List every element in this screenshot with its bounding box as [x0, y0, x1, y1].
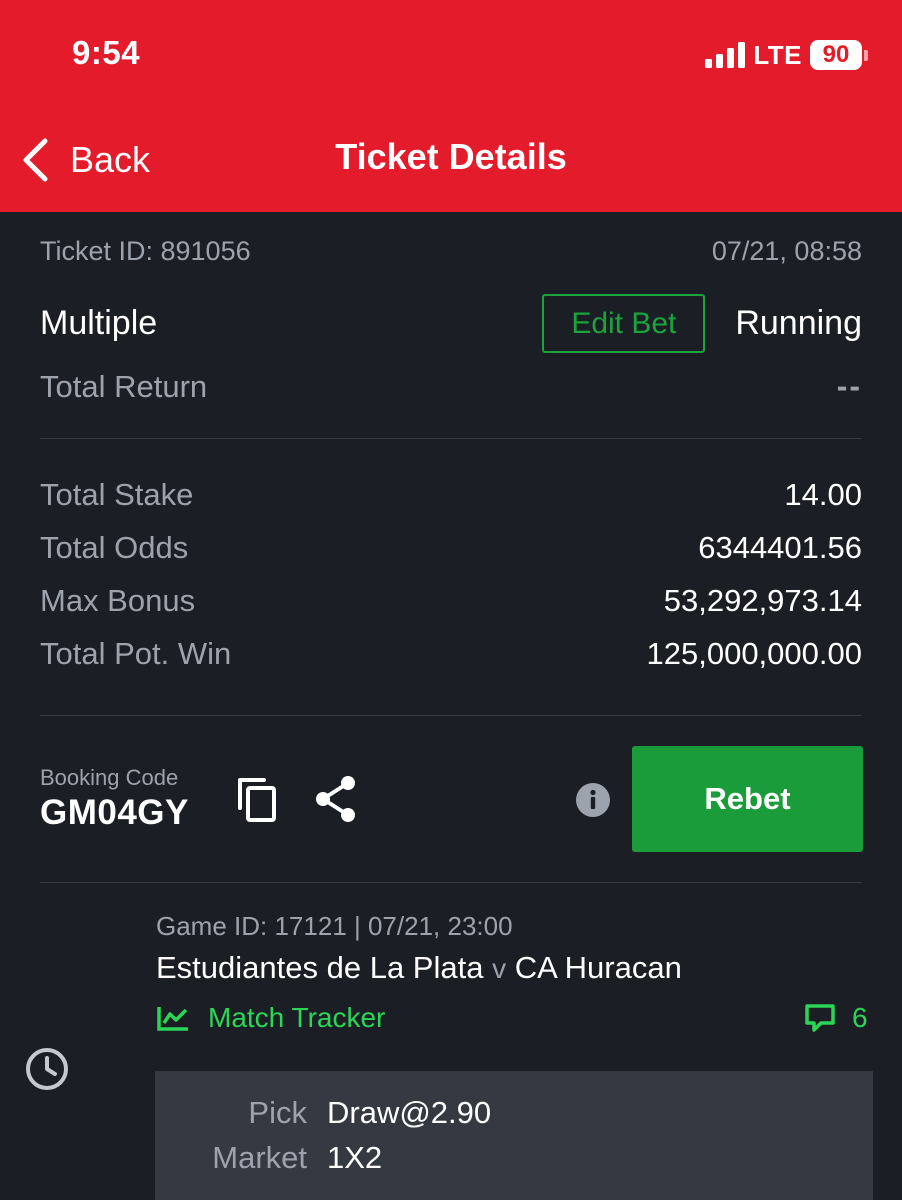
away-team: CA Huracan [514, 950, 682, 985]
clock-icon [26, 1048, 68, 1090]
summary-value: 6344401.56 [698, 529, 862, 565]
rebet-button[interactable]: Rebet [632, 746, 863, 852]
edit-bet-button[interactable]: Edit Bet [542, 293, 706, 353]
total-return-value: -- [836, 368, 862, 404]
copy-icon[interactable] [236, 776, 280, 824]
divider [40, 438, 862, 439]
chart-icon [157, 1007, 188, 1031]
network-type: LTE [753, 39, 802, 70]
status-time: 9:54 [72, 34, 141, 71]
total-return-row: Total Return -- [40, 368, 862, 405]
comment-icon [805, 1004, 835, 1032]
booking-code-label: Booking Code [40, 765, 179, 790]
summary-row: Total Pot. Win 125,000,000.00 [40, 627, 862, 680]
summary-value: 53,292,973.14 [663, 582, 862, 618]
summary-label: Total Stake [40, 476, 194, 512]
comments-link[interactable]: 6 [804, 1002, 868, 1034]
ticket-id: Ticket ID: 891056 [40, 236, 251, 266]
ticket-type-row: Multiple Edit Bet Running [40, 293, 862, 353]
detail-label: Market [212, 1140, 307, 1175]
divider [40, 882, 862, 883]
ticket-meta: Ticket ID: 891056 07/21, 08:58 [40, 236, 862, 267]
bet-type: Multiple [40, 303, 158, 342]
detail-row: Pick Draw@2.90 [155, 1091, 873, 1135]
selection-details: Pick Draw@2.90 Market 1X2 [155, 1071, 873, 1200]
ticket-summary: Total Stake 14.00 Total Odds 6344401.56 … [40, 468, 862, 680]
summary-value: 125,000,000.00 [646, 635, 863, 671]
summary-label: Total Odds [40, 529, 189, 565]
detail-value: 1X2 [327, 1140, 383, 1175]
comments-count: 6 [852, 1002, 868, 1033]
battery-level: 90 [810, 40, 862, 70]
divider [40, 715, 862, 716]
vs-separator: v [492, 953, 507, 984]
detail-row: Market 1X2 [155, 1136, 873, 1180]
summary-row: Total Odds 6344401.56 [40, 521, 862, 574]
summary-label: Max Bonus [40, 582, 196, 618]
signal-icon [705, 42, 746, 68]
info-icon[interactable] [576, 783, 610, 817]
ticket-datetime: 07/21, 08:58 [711, 236, 862, 266]
summary-value: 14.00 [784, 476, 862, 512]
match-tracker-link[interactable]: Match Tracker [156, 1002, 385, 1034]
ticket-status: Running [735, 303, 862, 342]
summary-row: Max Bonus 53,292,973.14 [40, 574, 862, 627]
booking-code: GM04GY [40, 793, 189, 832]
detail-value: Draw@2.90 [327, 1095, 492, 1130]
detail-label: Pick [248, 1095, 307, 1130]
battery-icon: 90 [810, 40, 868, 70]
total-return-label: Total Return [40, 368, 208, 404]
header-bar: 9:54 LTE 90 Back Ticket Details [0, 0, 902, 212]
home-team: Estudiantes de La Plata [156, 950, 484, 985]
match-tracker-label: Match Tracker [208, 1002, 386, 1033]
share-icon[interactable] [312, 774, 360, 824]
page-title: Ticket Details [335, 136, 567, 177]
game-meta: Game ID: 17121 | 07/21, 23:00 [156, 911, 513, 941]
summary-row: Total Stake 14.00 [40, 468, 862, 521]
summary-label: Total Pot. Win [40, 635, 232, 671]
match-title: Estudiantes de La Plata v CA Huracan [156, 950, 682, 986]
status-indicators: LTE 90 [705, 40, 868, 70]
